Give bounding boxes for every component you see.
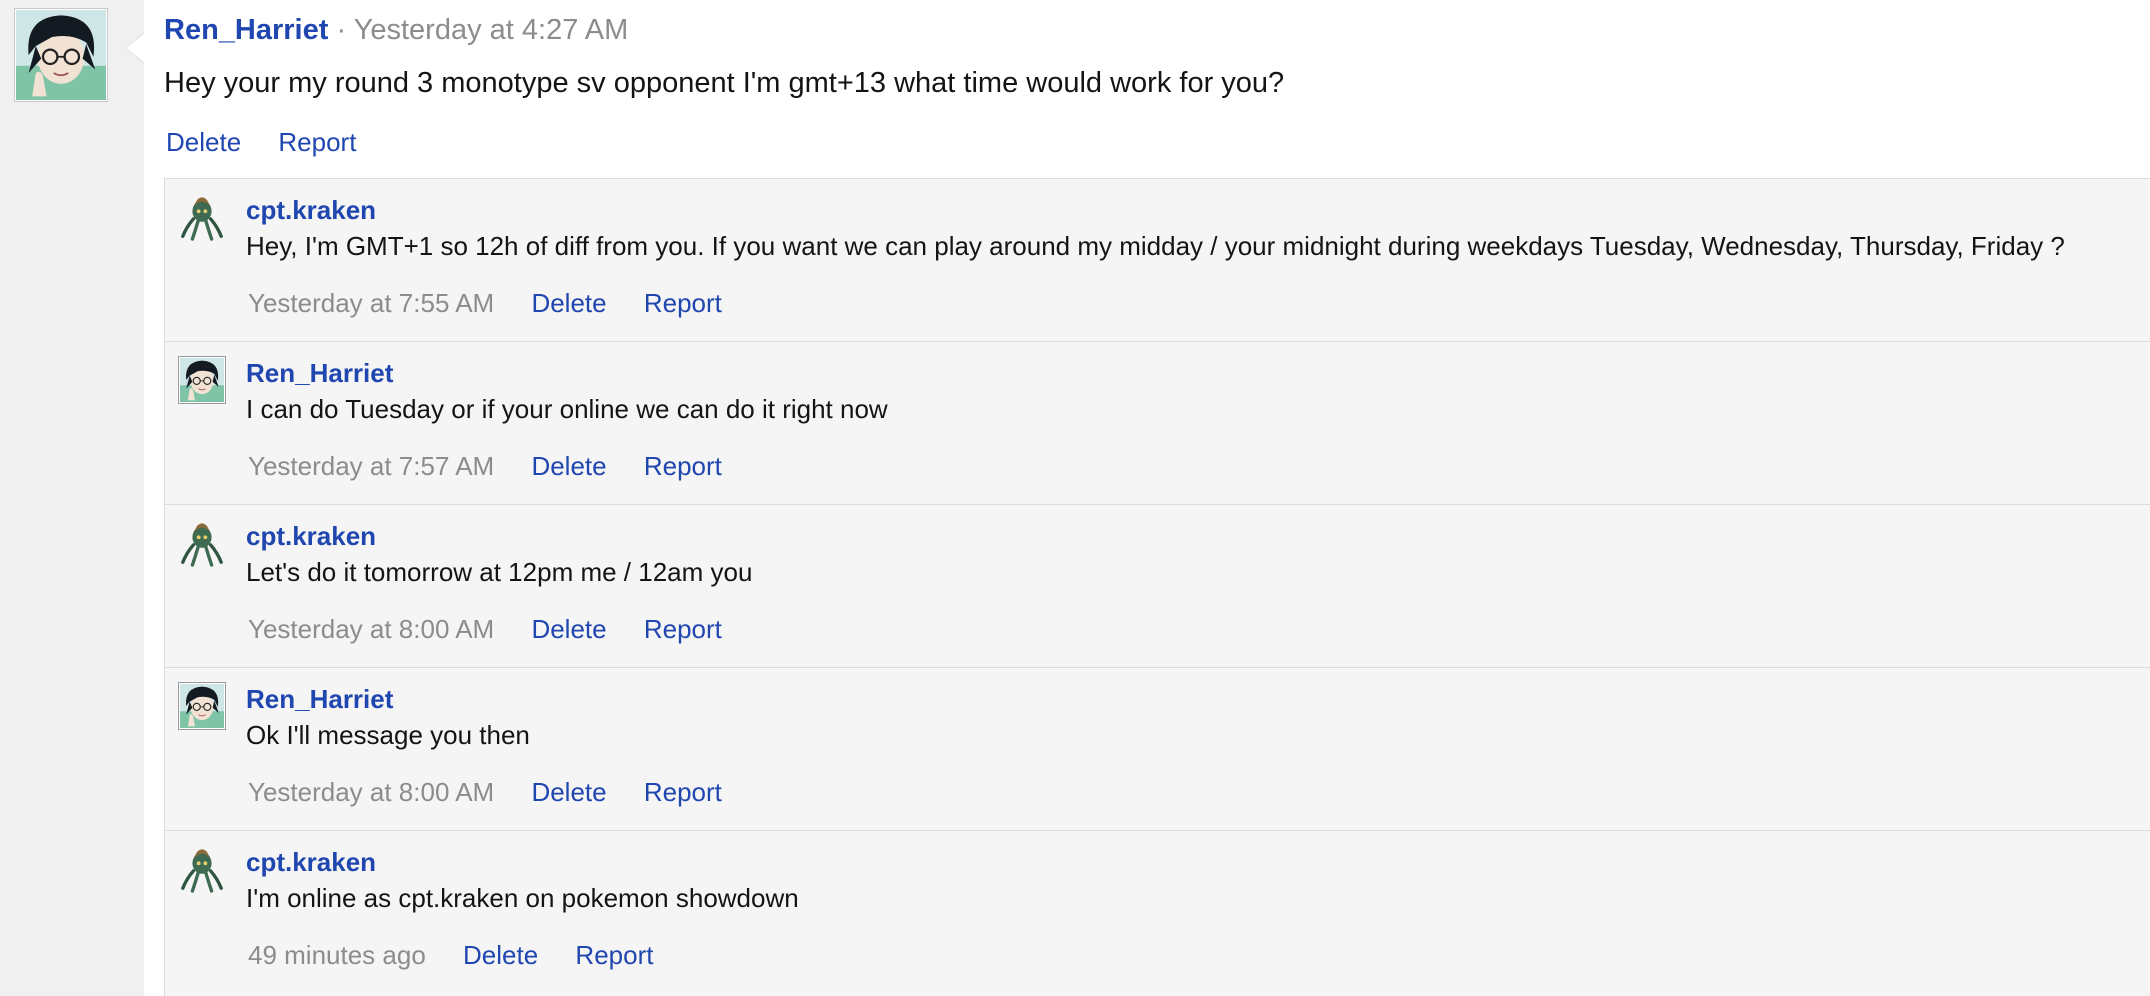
comment-text: I can do Tuesday or if your online we ca… bbox=[246, 394, 888, 424]
comment-text: Ok I'll message you then bbox=[246, 720, 530, 750]
comment-meta: 49 minutes ago Delete Report bbox=[248, 937, 683, 973]
comment-text: Hey, I'm GMT+1 so 12h of diff from you. … bbox=[246, 231, 2065, 261]
post-separator: · bbox=[336, 14, 347, 46]
comment-delete-link[interactable]: Delete bbox=[531, 288, 606, 318]
comment-delete-link[interactable]: Delete bbox=[531, 777, 606, 807]
comment-username[interactable]: cpt.kraken bbox=[246, 845, 376, 879]
comment-list: cpt.kraken Hey, I'm GMT+1 so 12h of diff… bbox=[164, 178, 2150, 996]
left-gutter bbox=[0, 0, 144, 996]
comment-username[interactable]: cpt.kraken bbox=[246, 519, 376, 553]
comment-item: cpt.kraken I'm online as cpt.kraken on p… bbox=[165, 831, 2150, 994]
comment-meta: Yesterday at 8:00 AM Delete Report bbox=[248, 611, 752, 647]
kraken-avatar[interactable] bbox=[178, 193, 226, 241]
harriet-avatar[interactable] bbox=[14, 8, 108, 102]
post-actions: Delete Report bbox=[166, 124, 386, 160]
harriet-avatar[interactable] bbox=[178, 356, 226, 404]
comment-report-link[interactable]: Report bbox=[644, 614, 722, 644]
comment-meta: Yesterday at 7:55 AM Delete Report bbox=[248, 285, 752, 321]
comment-delete-link[interactable]: Delete bbox=[531, 614, 606, 644]
comment-delete-link[interactable]: Delete bbox=[463, 940, 538, 970]
kraken-avatar[interactable] bbox=[178, 845, 226, 893]
post-delete-link[interactable]: Delete bbox=[166, 127, 241, 157]
comment-report-link[interactable]: Report bbox=[644, 451, 722, 481]
comment-item: Ren_Harriet Ok I'll message you then Yes… bbox=[165, 668, 2150, 831]
kraken-avatar[interactable] bbox=[178, 519, 226, 567]
comment-text: Let's do it tomorrow at 12pm me / 12am y… bbox=[246, 557, 753, 587]
post-timestamp: Yesterday at 4:27 AM bbox=[353, 14, 629, 46]
comment-meta: Yesterday at 8:00 AM Delete Report bbox=[248, 774, 752, 810]
comment-item: cpt.kraken Let's do it tomorrow at 12pm … bbox=[165, 505, 2150, 668]
comment-timestamp: Yesterday at 7:57 AM bbox=[248, 451, 495, 481]
post-username[interactable]: Ren_Harriet bbox=[164, 14, 328, 46]
comment-delete-link[interactable]: Delete bbox=[531, 451, 606, 481]
comment-item: cpt.kraken Hey, I'm GMT+1 so 12h of diff… bbox=[165, 179, 2150, 342]
comment-item: Ren_Harriet I can do Tuesday or if your … bbox=[165, 342, 2150, 505]
post-message: Hey your my round 3 monotype sv opponent… bbox=[164, 67, 1285, 99]
comment-timestamp: 49 minutes ago bbox=[248, 940, 426, 970]
comment-username[interactable]: Ren_Harriet bbox=[246, 682, 393, 716]
comment-timestamp: Yesterday at 8:00 AM bbox=[248, 614, 495, 644]
comment-timestamp: Yesterday at 7:55 AM bbox=[248, 288, 495, 318]
comment-report-link[interactable]: Report bbox=[644, 288, 722, 318]
comment-meta: Yesterday at 7:57 AM Delete Report bbox=[248, 448, 752, 484]
post-report-link[interactable]: Report bbox=[278, 127, 356, 157]
comment-text: I'm online as cpt.kraken on pokemon show… bbox=[246, 883, 799, 913]
comment-username[interactable]: cpt.kraken bbox=[246, 193, 376, 227]
comment-report-link[interactable]: Report bbox=[644, 777, 722, 807]
speech-arrow-icon bbox=[124, 32, 145, 64]
comment-username[interactable]: Ren_Harriet bbox=[246, 356, 393, 390]
comment-timestamp: Yesterday at 8:00 AM bbox=[248, 777, 495, 807]
post-header: Ren_Harriet · Yesterday at 4:27 AM bbox=[164, 10, 628, 50]
comment-report-link[interactable]: Report bbox=[575, 940, 653, 970]
harriet-avatar[interactable] bbox=[178, 682, 226, 730]
